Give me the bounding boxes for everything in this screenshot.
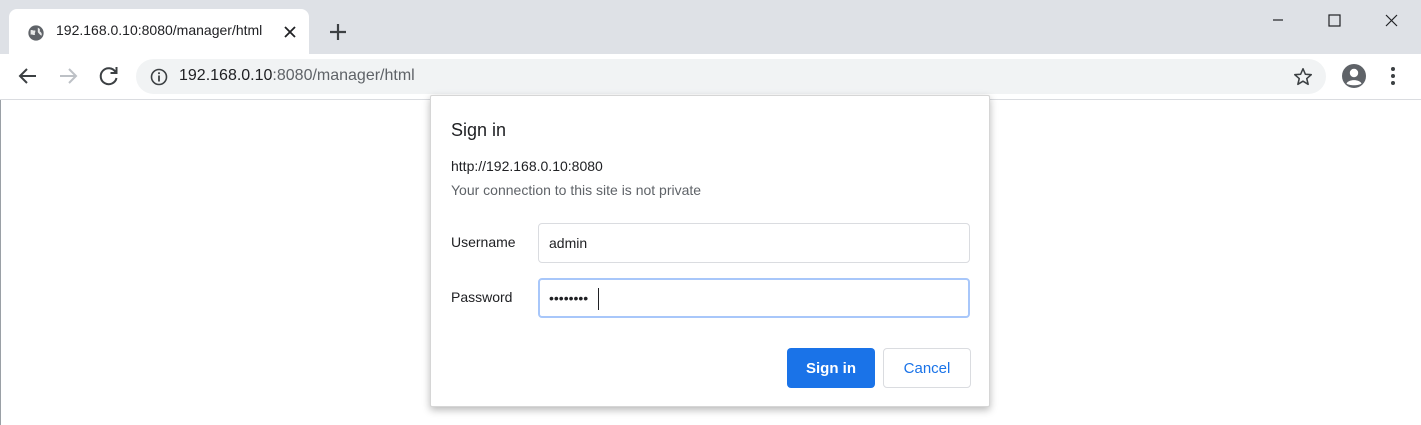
- password-field[interactable]: ••••••••: [538, 278, 970, 318]
- forward-arrow-icon[interactable]: [56, 64, 80, 88]
- info-icon[interactable]: [149, 67, 169, 87]
- url-path: :8080/manager/html: [272, 67, 415, 84]
- minimize-icon: [1273, 19, 1283, 21]
- new-tab-plus-icon[interactable]: [326, 20, 350, 44]
- globe-icon: [28, 25, 44, 41]
- sign-in-dialog: Sign in http://192.168.0.10:8080 Your co…: [430, 95, 990, 407]
- sign-in-button[interactable]: Sign in: [787, 348, 875, 388]
- url-host: 192.168.0.10: [179, 67, 273, 84]
- window-edge: [0, 100, 1, 425]
- close-icon: [284, 26, 296, 38]
- password-label: Password: [451, 289, 513, 305]
- username-label: Username: [451, 234, 516, 250]
- profile-avatar-icon[interactable]: [1341, 63, 1367, 89]
- dialog-origin: http://192.168.0.10:8080: [451, 158, 603, 174]
- text-caret: [598, 288, 599, 310]
- minimize-button[interactable]: [1249, 0, 1307, 40]
- reload-icon[interactable]: [97, 64, 121, 88]
- dialog-title: Sign in: [451, 120, 507, 140]
- url-text[interactable]: 192.168.0.10:8080/manager/html: [179, 67, 415, 85]
- username-value: admin: [549, 235, 588, 251]
- username-field[interactable]: admin: [538, 223, 970, 263]
- cancel-button[interactable]: Cancel: [883, 348, 971, 388]
- dialog-warning: Your connection to this site is not priv…: [451, 182, 702, 198]
- back-arrow-icon[interactable]: [16, 64, 40, 88]
- tab-title: 192.168.0.10:8080/manager/html: [56, 22, 263, 38]
- browser-toolbar: 192.168.0.10:8080/manager/html: [0, 54, 1421, 100]
- close-icon: [1385, 14, 1397, 26]
- password-mask: ••••••••: [549, 290, 589, 306]
- maximize-icon: [1327, 13, 1341, 27]
- window-close-button[interactable]: [1362, 0, 1420, 40]
- tab-close-button[interactable]: [281, 23, 299, 41]
- tab-strip: 192.168.0.10:8080/manager/html: [0, 0, 1421, 54]
- address-bar[interactable]: 192.168.0.10:8080/manager/html: [136, 59, 1326, 94]
- browser-tab[interactable]: 192.168.0.10:8080/manager/html: [9, 9, 309, 54]
- maximize-button[interactable]: [1305, 0, 1363, 40]
- bookmark-star-icon[interactable]: [1292, 66, 1314, 88]
- kebab-menu-icon[interactable]: [1383, 64, 1403, 88]
